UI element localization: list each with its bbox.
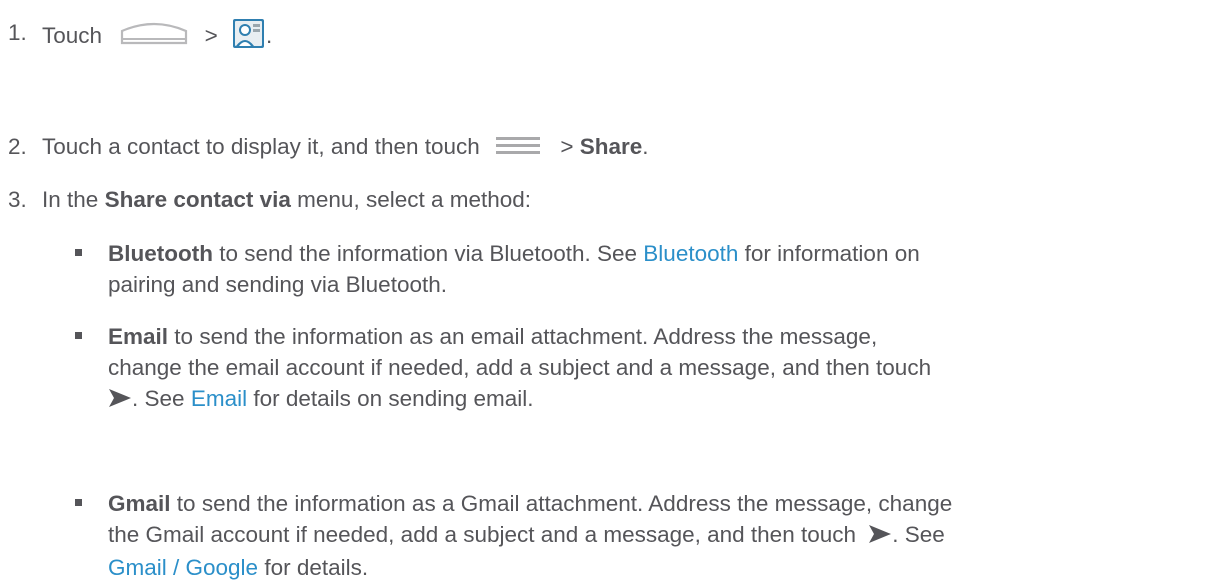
bullet-icon [75, 249, 82, 256]
email-link[interactable]: Email [191, 386, 247, 411]
step-text: Touch > . [42, 17, 272, 57]
bullet-icon [75, 499, 82, 506]
step-number: 2. [8, 134, 27, 159]
home-icon [118, 21, 190, 53]
send-icon [868, 521, 892, 552]
menu-icon [496, 133, 541, 164]
step-text: Touch a contact to display it, and then … [42, 131, 649, 164]
step-number: 3. [8, 187, 27, 212]
send-icon [108, 385, 132, 416]
step-text: In the Share contact via menu, select a … [42, 187, 532, 212]
bullet-icon [75, 332, 82, 339]
contacts-app-icon [232, 17, 266, 57]
bluetooth-link[interactable]: Bluetooth [643, 241, 738, 266]
gmail-google-link[interactable]: Gmail / Google [108, 555, 258, 580]
step-number: 1. [8, 20, 27, 45]
